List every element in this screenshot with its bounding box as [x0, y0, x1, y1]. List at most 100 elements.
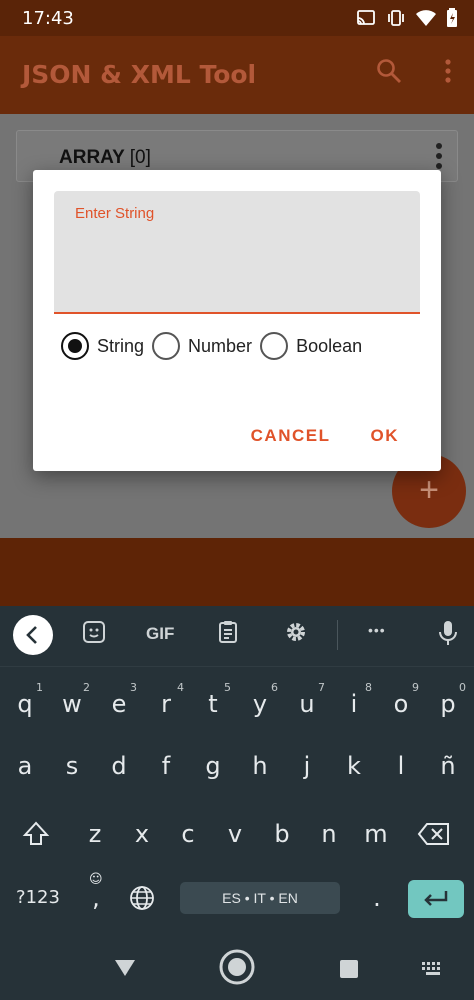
nav-recents-icon[interactable]: [339, 959, 359, 984]
key-f[interactable]: f: [144, 736, 188, 796]
key-t-hint: 5: [224, 681, 231, 694]
globe-icon[interactable]: [120, 868, 164, 928]
gif-icon[interactable]: GIF: [146, 624, 174, 644]
clipboard-icon[interactable]: [216, 620, 240, 649]
radio-number[interactable]: Number: [152, 332, 252, 360]
status-bar: 17:43: [0, 0, 474, 36]
key-i-hint: 8: [365, 681, 372, 694]
status-time: 17:43: [22, 8, 74, 29]
keyboard: GIF ••• q1 w2 e3 r4 t5 y6 u7 i8 o9 p0 a …: [0, 606, 474, 938]
sticker-icon[interactable]: [82, 620, 106, 649]
search-icon[interactable]: [376, 58, 402, 89]
enter-key[interactable]: [408, 880, 464, 918]
cast-icon: [356, 9, 376, 32]
key-e[interactable]: e3: [97, 674, 141, 734]
key-i[interactable]: i8: [332, 674, 376, 734]
gear-icon[interactable]: [284, 620, 308, 649]
key-w-hint: 2: [83, 681, 90, 694]
back-arrow-icon[interactable]: [13, 615, 53, 655]
radio-number-indicator: [152, 332, 181, 360]
key-q-hint: 1: [36, 681, 43, 694]
app-title: JSON & XML Tool: [22, 60, 257, 89]
emoji-comma-key[interactable]: ☺ ,: [74, 868, 118, 928]
key-x[interactable]: x: [120, 804, 164, 864]
emoji-icon: ☺: [89, 872, 103, 887]
key-t[interactable]: t5: [191, 674, 235, 734]
key-y-label: y: [252, 690, 268, 718]
radio-boolean-indicator: [260, 332, 289, 360]
radio-string[interactable]: String: [61, 332, 144, 360]
radio-boolean-label: Boolean: [296, 335, 363, 356]
key-w-label: w: [62, 690, 82, 718]
navigation-bar: [0, 938, 474, 1000]
symbols-key[interactable]: ?123: [14, 868, 62, 928]
key-w[interactable]: w2: [50, 674, 94, 734]
dialog-actions: CANCEL OK: [251, 426, 399, 446]
key-d[interactable]: d: [97, 736, 141, 796]
string-input[interactable]: Enter String: [54, 191, 420, 314]
key-y[interactable]: y6: [238, 674, 282, 734]
key-m[interactable]: m: [354, 804, 398, 864]
key-u-hint: 7: [318, 681, 325, 694]
key-j[interactable]: j: [285, 736, 329, 796]
space-key[interactable]: ES • IT • EN: [180, 882, 340, 914]
key-k[interactable]: k: [332, 736, 376, 796]
nav-home-icon[interactable]: [218, 948, 256, 991]
key-e-label: e: [111, 690, 127, 718]
key-h[interactable]: h: [238, 736, 282, 796]
more-icon[interactable]: •••: [368, 622, 386, 638]
battery-charging-icon: [446, 8, 458, 33]
key-o-hint: 9: [412, 681, 419, 694]
key-y-hint: 6: [271, 681, 278, 694]
input-hint: Enter String: [75, 205, 155, 222]
more-vert-icon[interactable]: [444, 58, 452, 89]
key-i-label: i: [350, 690, 358, 718]
nav-back-icon[interactable]: [113, 958, 137, 983]
key-p-label: p: [440, 690, 456, 718]
type-radio-group: String Number Boolean: [61, 332, 370, 360]
key-l[interactable]: l: [379, 736, 423, 796]
radio-string-indicator: [61, 332, 89, 360]
status-icons: [356, 8, 458, 33]
wifi-icon: [416, 9, 436, 32]
keyboard-hide-icon[interactable]: [422, 962, 444, 981]
mic-icon[interactable]: [438, 620, 458, 651]
key-u-label: u: [299, 690, 315, 718]
array-count: [0]: [129, 147, 151, 168]
key-a[interactable]: a: [3, 736, 47, 796]
period-key[interactable]: .: [355, 868, 399, 928]
key-r-hint: 4: [177, 681, 184, 694]
key-row-2: a s d f g h j k l ñ: [0, 736, 474, 796]
toolbar-separator: [0, 666, 474, 667]
key-t-label: t: [208, 690, 218, 718]
key-q[interactable]: q1: [3, 674, 47, 734]
key-v[interactable]: v: [213, 804, 257, 864]
key-b[interactable]: b: [260, 804, 304, 864]
key-c[interactable]: c: [166, 804, 210, 864]
key-u[interactable]: u7: [285, 674, 329, 734]
vibrate-icon: [386, 9, 406, 32]
array-type: ARRAY: [59, 147, 125, 168]
keyboard-toolbar: GIF •••: [0, 606, 474, 666]
shift-key[interactable]: [14, 804, 58, 864]
key-g[interactable]: g: [191, 736, 235, 796]
array-label: ARRAY [0]: [59, 147, 151, 169]
key-r[interactable]: r4: [144, 674, 188, 734]
toolbar-divider: [337, 620, 338, 650]
key-o-label: o: [393, 690, 409, 718]
key-q-label: q: [17, 690, 33, 718]
backspace-key[interactable]: [412, 804, 456, 864]
bottom-app-area: [0, 538, 474, 606]
key-p[interactable]: p0: [426, 674, 470, 734]
radio-boolean[interactable]: Boolean: [260, 332, 362, 360]
cancel-button[interactable]: CANCEL: [251, 426, 331, 446]
key-row-3: z x c v b n m: [0, 804, 474, 864]
key-n-tilde[interactable]: ñ: [426, 736, 470, 796]
ok-button[interactable]: OK: [371, 426, 400, 446]
key-n[interactable]: n: [307, 804, 351, 864]
key-p-hint: 0: [459, 681, 466, 694]
key-r-label: r: [161, 690, 171, 718]
key-o[interactable]: o9: [379, 674, 423, 734]
key-s[interactable]: s: [50, 736, 94, 796]
key-e-hint: 3: [130, 681, 137, 694]
